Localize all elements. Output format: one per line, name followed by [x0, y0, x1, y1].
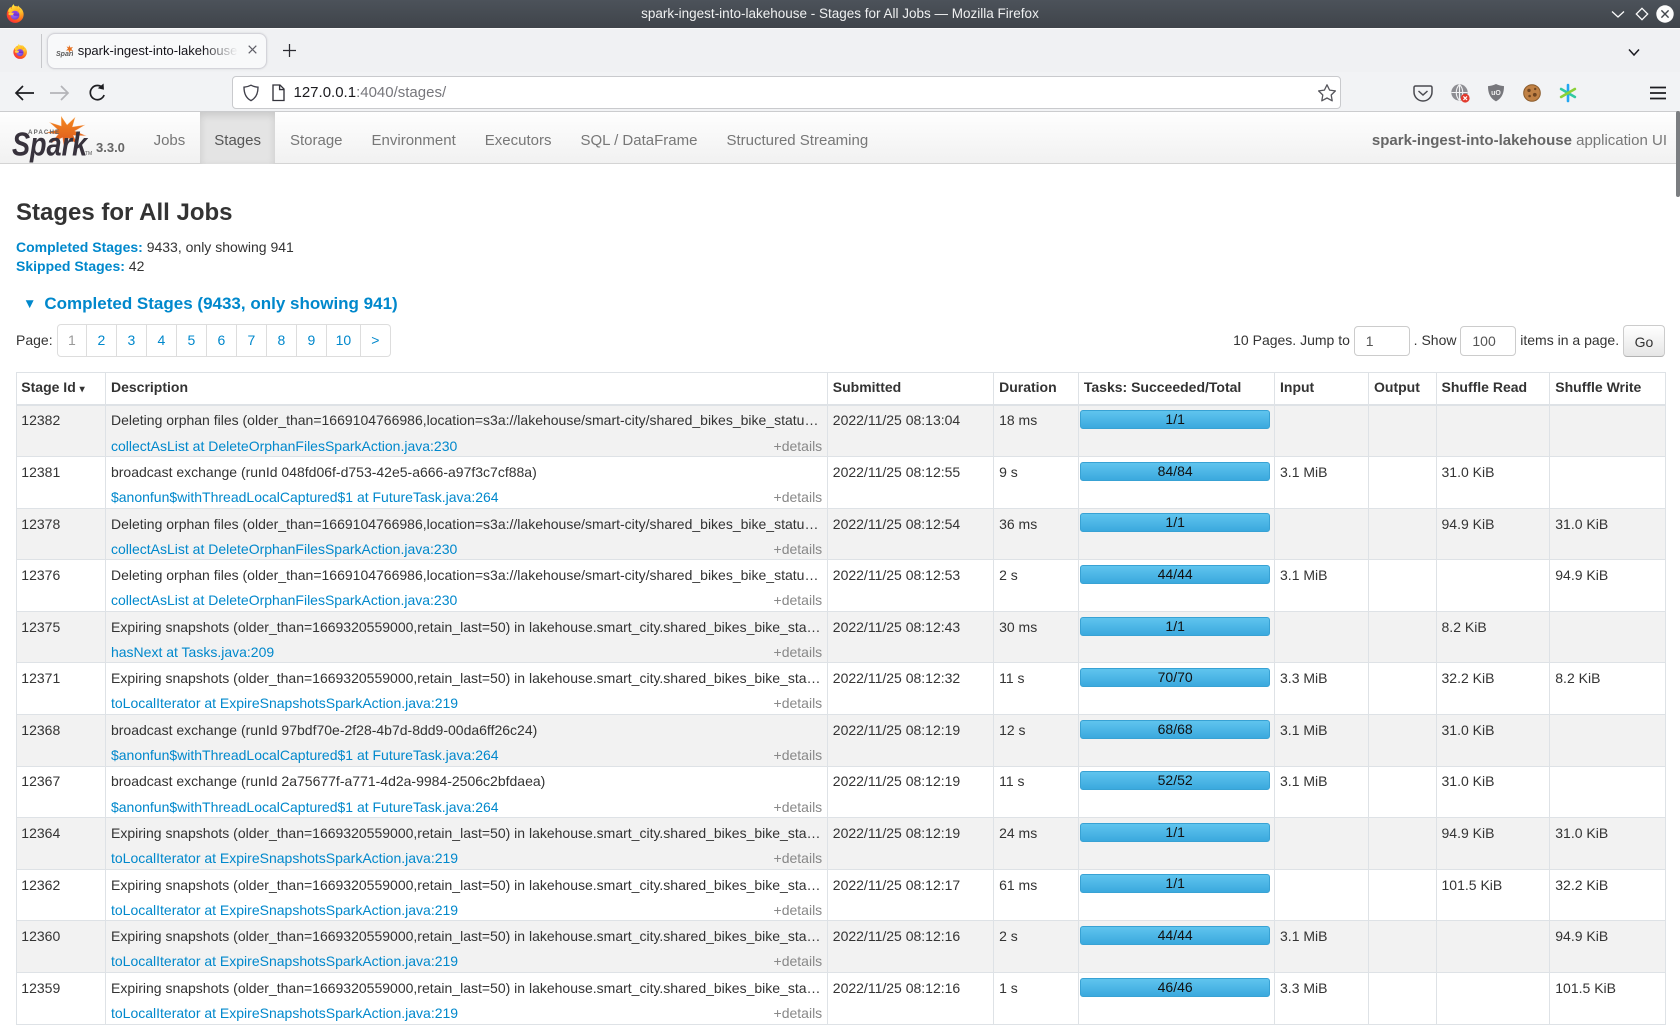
svg-text:Spark: Spark	[12, 127, 89, 163]
svg-text:TM: TM	[85, 151, 92, 157]
svg-text:uO: uO	[1491, 90, 1501, 97]
svg-text:Spark: Spark	[56, 51, 73, 58]
